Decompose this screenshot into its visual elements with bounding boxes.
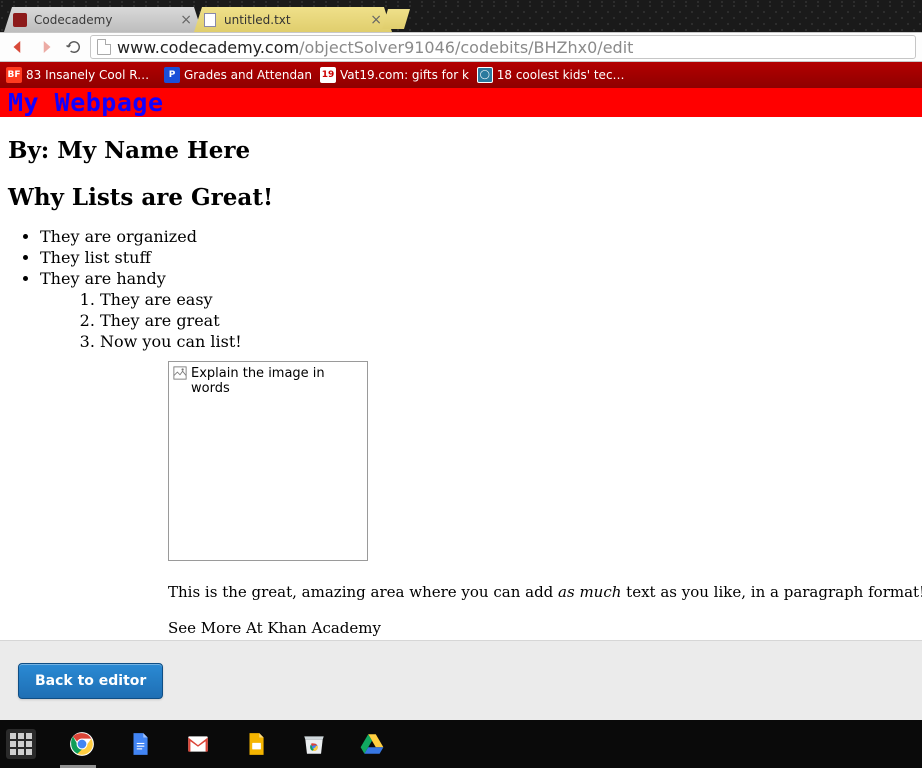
bookmark-item[interactable]: ◯18 coolest kids' tech t — [477, 67, 627, 83]
unordered-list: They are organized They list stuff They … — [8, 227, 914, 288]
ordered-list: They are easy They are great Now you can… — [0, 290, 922, 351]
favicon-textfile — [202, 12, 218, 28]
webstore-icon[interactable] — [300, 730, 328, 758]
close-icon[interactable]: × — [178, 12, 194, 28]
section-heading: Why Lists are Great! — [8, 184, 914, 211]
broken-image-alt: Explain the image in words — [191, 366, 363, 396]
reload-button[interactable] — [62, 35, 86, 59]
url-host: www.codecademy.com — [117, 38, 299, 57]
taskbar — [0, 720, 922, 768]
page-title-bar: My Webpage — [0, 88, 922, 117]
drive-icon[interactable] — [358, 730, 386, 758]
bookmark-item[interactable]: 19Vat19.com: gifts for k — [320, 67, 469, 83]
taskbar-icons — [68, 730, 386, 758]
slides-icon[interactable] — [242, 730, 270, 758]
rendered-page: My Webpage By: My Name Here Why Lists ar… — [0, 88, 922, 637]
broken-image: Explain the image in words — [168, 361, 368, 561]
byline: By: My Name Here — [8, 137, 914, 164]
editor-footer: Back to editor — [0, 640, 922, 720]
broken-image-icon — [173, 366, 187, 380]
bookmark-icon: P — [164, 67, 180, 83]
favicon-codecademy — [12, 12, 28, 28]
back-to-editor-button[interactable]: Back to editor — [18, 663, 163, 699]
paragraph: This is the great, amazing area where yo… — [168, 583, 922, 601]
bookmark-icon: 19 — [320, 67, 336, 83]
bookmark-icon: ◯ — [477, 67, 493, 83]
list-item: They are great — [100, 311, 922, 330]
address-bar[interactable]: www.codecademy.com/objectSolver91046/cod… — [90, 35, 916, 59]
close-icon[interactable]: × — [368, 12, 384, 28]
new-tab-button[interactable] — [382, 9, 410, 29]
tab-codecademy[interactable]: Codecademy × — [4, 7, 202, 32]
bookmark-item[interactable]: PGrades and Attendan — [164, 67, 312, 83]
bookmark-item[interactable]: BF83 Insanely Cool Rem — [6, 67, 156, 83]
list-item: They are organized — [40, 227, 914, 246]
docs-icon[interactable] — [126, 730, 154, 758]
chrome-icon[interactable] — [68, 730, 96, 758]
tab-untitled[interactable]: untitled.txt × — [194, 7, 392, 32]
list-item: They are handy — [40, 269, 914, 288]
gmail-icon[interactable] — [184, 730, 212, 758]
tab-label: untitled.txt — [224, 13, 368, 27]
see-more-link[interactable]: See More At Khan Academy — [168, 619, 922, 637]
bookmark-icon: BF — [6, 67, 22, 83]
tab-label: Codecademy — [34, 13, 178, 27]
page-viewport: My Webpage By: My Name Here Why Lists ar… — [0, 88, 922, 718]
bookmarks-bar: BF83 Insanely Cool Rem PGrades and Atten… — [0, 62, 922, 88]
url-path: /objectSolver91046/codebits/BHZhx0/edit — [299, 38, 633, 57]
page-icon — [97, 39, 111, 55]
tab-strip: Codecademy × untitled.txt × — [0, 4, 922, 32]
page-title: My Webpage — [8, 88, 914, 117]
list-item: Now you can list! — [100, 332, 922, 351]
apps-launcher-button[interactable] — [6, 729, 36, 759]
back-button[interactable] — [6, 35, 30, 59]
toolbar: www.codecademy.com/objectSolver91046/cod… — [0, 32, 922, 62]
forward-button[interactable] — [34, 35, 58, 59]
list-item: They are easy — [100, 290, 922, 309]
list-item: They list stuff — [40, 248, 914, 267]
